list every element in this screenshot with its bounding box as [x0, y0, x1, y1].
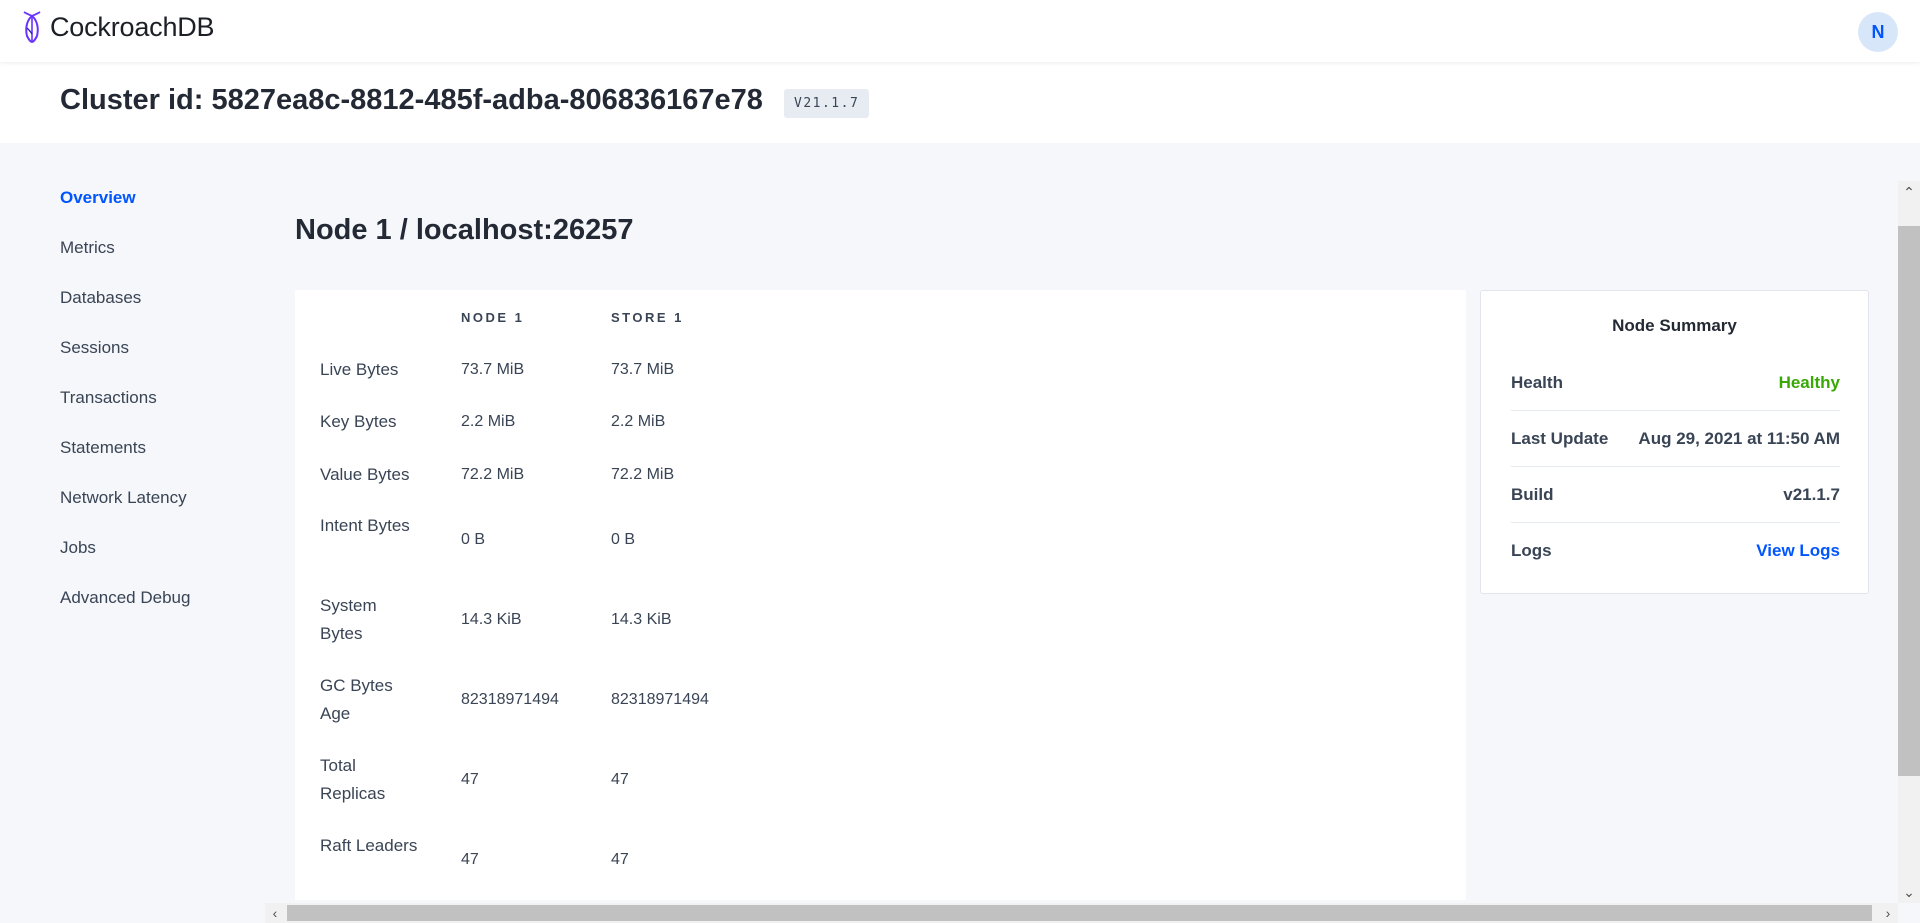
health-value: Healthy	[1778, 372, 1840, 392]
store-value: 2.2 MiB	[611, 413, 666, 430]
version-badge: V21.1.7	[784, 89, 870, 118]
sidebar-item-databases[interactable]: Databases	[60, 285, 280, 335]
node-value: 0 B	[461, 531, 486, 548]
summary-row-health: Health Healthy	[1511, 355, 1840, 411]
health-label: Health	[1511, 372, 1563, 392]
node-value: 47	[461, 851, 479, 868]
row-label: Value Bytes	[320, 465, 410, 484]
row-label: System Bytes	[320, 596, 377, 643]
sidebar-item-transactions[interactable]: Transactions	[60, 385, 280, 435]
node-summary-card: Node Summary Health Healthy Last Update …	[1480, 290, 1869, 594]
scroll-up-arrow-icon[interactable]: ⌃	[1898, 183, 1920, 201]
node-value: 73.7 MiB	[461, 361, 525, 378]
row-label: Total Replicas	[320, 756, 386, 803]
scroll-right-arrow-icon[interactable]: ›	[1878, 903, 1898, 923]
vertical-scroll-thumb[interactable]	[1898, 226, 1920, 776]
user-avatar[interactable]: N	[1858, 12, 1898, 52]
build-value: v21.1.7	[1783, 484, 1840, 504]
sidebar-item-sessions[interactable]: Sessions	[60, 335, 280, 385]
node-value: 14.3 KiB	[461, 611, 522, 628]
horizontal-scroll-thumb[interactable]	[287, 905, 1872, 921]
cluster-id-title: Cluster id: 5827ea8c-8812-485f-adba-8068…	[60, 84, 763, 116]
sidebar-item-statements[interactable]: Statements	[60, 435, 280, 485]
top-bar: CockroachDB N	[0, 0, 1920, 62]
column-header-node: NODE 1	[461, 310, 525, 325]
cockroach-logo-icon	[23, 11, 41, 44]
summary-row-build: Build v21.1.7	[1511, 467, 1840, 523]
vertical-scrollbar[interactable]: ⌃ ⌄	[1898, 181, 1920, 903]
node-value: 47	[461, 771, 479, 788]
store-value: 82318971494	[611, 691, 709, 708]
summary-row-logs: Logs View Logs	[1511, 523, 1840, 579]
row-label: GC Bytes Age	[320, 676, 393, 723]
store-value: 47	[611, 771, 629, 788]
cluster-header: Cluster id: 5827ea8c-8812-485f-adba-8068…	[0, 62, 1920, 143]
store-value: 73.7 MiB	[611, 361, 675, 378]
summary-row-last-update: Last Update Aug 29, 2021 at 11:50 AM	[1511, 411, 1840, 467]
sidebar-item-jobs[interactable]: Jobs	[60, 535, 280, 585]
node-value: 72.2 MiB	[461, 466, 525, 483]
row-label: Key Bytes	[320, 412, 397, 431]
store-value: 14.3 KiB	[611, 611, 672, 628]
node-value: 82318971494	[461, 691, 559, 708]
horizontal-scrollbar[interactable]: ‹ ›	[265, 903, 1898, 923]
summary-title: Node Summary	[1612, 316, 1737, 335]
view-logs-link[interactable]: View Logs	[1756, 541, 1840, 561]
scroll-left-arrow-icon[interactable]: ‹	[265, 903, 285, 923]
sidebar-item-network-latency[interactable]: Network Latency	[60, 485, 280, 535]
logo-text: CockroachDB	[50, 11, 215, 42]
sidebar-item-overview[interactable]: Overview	[60, 185, 280, 235]
row-label: Raft Leaders	[320, 836, 418, 855]
cockroachdb-logo[interactable]: CockroachDB	[18, 10, 215, 44]
sidebar-item-advanced-debug[interactable]: Advanced Debug	[60, 585, 280, 635]
column-header-store: STORE 1	[611, 310, 684, 325]
build-label: Build	[1511, 484, 1554, 504]
sidebar-item-metrics[interactable]: Metrics	[60, 235, 280, 285]
sidebar-nav: Overview Metrics Databases Sessions Tran…	[60, 185, 280, 635]
logs-label: Logs	[1511, 541, 1552, 560]
last-update-label: Last Update	[1511, 428, 1609, 448]
page-title: Node 1 / localhost:26257	[295, 214, 634, 246]
row-label: Live Bytes	[320, 360, 399, 379]
node-value: 2.2 MiB	[461, 413, 516, 430]
store-value: 0 B	[611, 531, 636, 548]
store-value: 47	[611, 851, 629, 868]
store-value: 72.2 MiB	[611, 466, 675, 483]
node-stats-table: NODE 1 STORE 1 Live Bytes 73.7 MiB 73.7 …	[295, 290, 1466, 900]
row-label: Intent Bytes	[320, 516, 410, 535]
last-update-value: Aug 29, 2021 at 11:50 AM	[1638, 428, 1840, 448]
scroll-down-arrow-icon[interactable]: ⌄	[1898, 883, 1920, 901]
